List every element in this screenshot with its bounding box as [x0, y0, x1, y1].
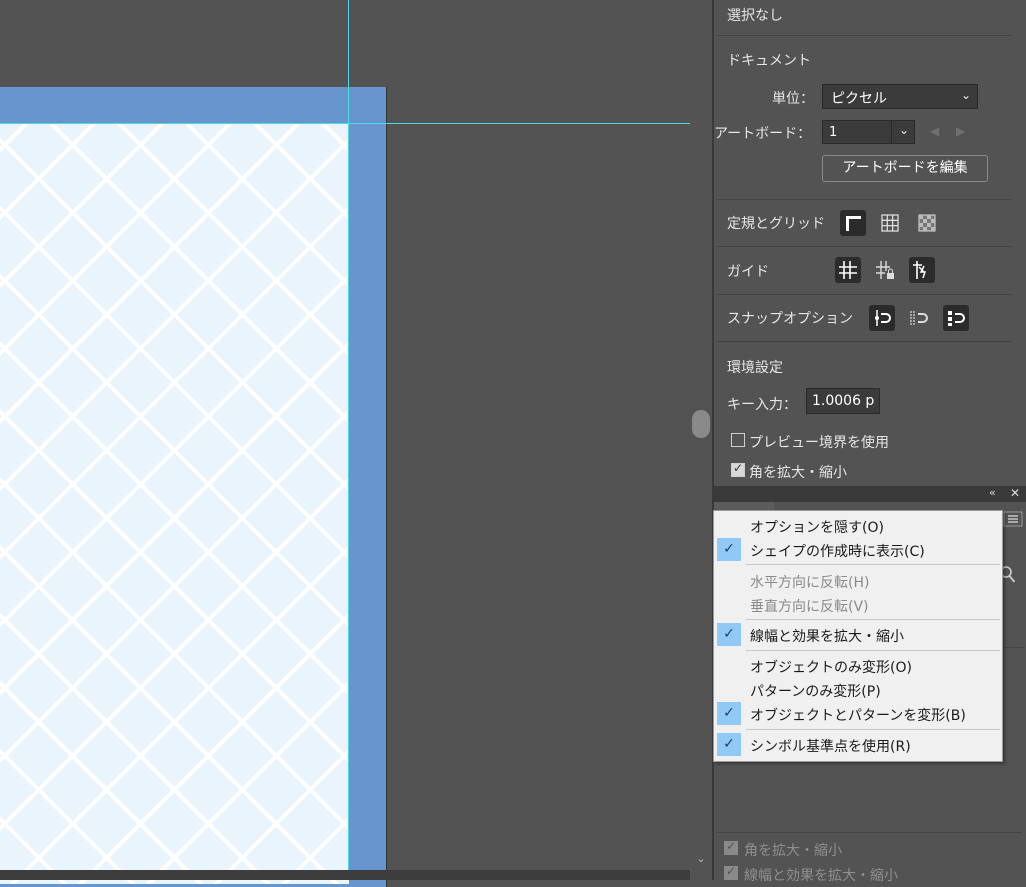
show-guides-icon[interactable]	[835, 257, 861, 283]
collapse-icon[interactable]: «	[989, 486, 996, 499]
key-input-label: キー入力：	[727, 397, 797, 413]
preferences-section-title: 環境設定	[727, 360, 783, 376]
artboard-input[interactable]: 1	[822, 120, 892, 144]
check-icon: ✓	[717, 702, 741, 725]
divider	[716, 246, 1012, 247]
menu-item-transform-object-only[interactable]: オブジェクトのみ変形(O)	[714, 654, 1002, 678]
snap-to-grid-icon[interactable]	[906, 305, 932, 331]
menu-separator	[746, 564, 1000, 565]
menu-item-label: 垂直方向に反転(V)	[750, 599, 869, 615]
divider	[716, 199, 1012, 200]
lock-guides-icon[interactable]	[872, 257, 898, 283]
units-select[interactable]: ピクセル ⌄	[822, 84, 978, 109]
horizontal-guide[interactable]	[0, 123, 690, 124]
artboard-pattern-fill[interactable]	[0, 124, 349, 884]
snap-to-point-icon[interactable]	[869, 305, 895, 331]
divider	[716, 832, 1022, 833]
units-label: 単位：	[772, 91, 814, 107]
scale-corners-checkbox-dim: ✓	[724, 839, 738, 855]
scale-corners-label: 角を拡大・縮小	[749, 465, 847, 481]
scroll-down-icon[interactable]: ⌄	[692, 852, 710, 866]
panel-tab[interactable]	[714, 502, 774, 510]
units-value: ピクセル	[831, 91, 887, 107]
menu-separator	[746, 619, 1000, 620]
divider	[1005, 647, 1025, 648]
edit-artboard-button[interactable]: アートボードを編集	[822, 155, 988, 182]
menu-item-label: オブジェクトのみ変形(O)	[750, 660, 912, 676]
menu-separator	[746, 650, 1000, 651]
menu-item-show-on-shape-creation[interactable]: ✓ シェイプの作成時に表示(C)	[714, 538, 1002, 562]
menu-item-hide-options[interactable]: オプションを隠す(O)	[714, 514, 1002, 538]
snap-options-label: スナップオプション	[727, 311, 853, 327]
chevron-down-icon: ⌄	[898, 123, 909, 137]
scale-corners-label-dim: 角を拡大・縮小	[744, 843, 842, 859]
menu-item-transform-both[interactable]: ✓ オブジェクトとパターンを変形(B)	[714, 702, 1002, 726]
check-icon: ✓	[717, 538, 741, 561]
close-icon[interactable]: ✕	[1010, 486, 1020, 500]
rulers-icon[interactable]	[840, 210, 866, 236]
artboard-label: アートボード：	[714, 126, 812, 142]
menu-item-label: オブジェクトとパターンを変形(B)	[750, 708, 966, 724]
scale-strokes-checkbox-dim: ✓	[724, 864, 738, 880]
menu-item-label: 水平方向に反転(H)	[750, 575, 870, 591]
menu-item-flip-vertical: 垂直方向に反転(V)	[714, 593, 1002, 617]
menu-item-label: 線幅と効果を拡大・縮小	[750, 629, 904, 645]
scale-strokes-label-dim: 線幅と効果を拡大・縮小	[744, 868, 898, 884]
panel-flyout-menu: オプションを隠す(O) ✓ シェイプの作成時に表示(C) 水平方向に反転(H) …	[713, 510, 1003, 762]
key-input-value: 1.0006 p	[812, 393, 875, 409]
divider	[716, 341, 1012, 342]
menu-item-transform-pattern-only[interactable]: パターンのみ変形(P)	[714, 678, 1002, 702]
menu-item-use-symbol-registration[interactable]: ✓ シンボル基準点を使用(R)	[714, 733, 1002, 757]
guides-label: ガイド	[727, 264, 769, 280]
menu-item-label: シンボル基準点を使用(R)	[750, 739, 911, 755]
horizontal-scrollbar[interactable]	[0, 870, 700, 880]
rulers-grids-label: 定規とグリッド	[727, 216, 825, 232]
menu-item-flip-horizontal: 水平方向に反転(H)	[714, 569, 1002, 593]
check-icon: ✓	[726, 864, 737, 878]
transform-panel-header[interactable]	[714, 486, 1026, 502]
divider	[716, 35, 1012, 36]
chevron-down-icon: ⌄	[960, 88, 971, 102]
artboard-value: 1	[829, 125, 838, 140]
next-artboard-icon[interactable]: ▶	[956, 124, 965, 138]
check-icon: ✓	[733, 461, 744, 475]
divider	[716, 294, 1012, 295]
check-icon: ✓	[717, 733, 741, 756]
menu-item-label: パターンのみ変形(P)	[750, 684, 881, 700]
grid-icon[interactable]	[877, 210, 903, 236]
check-icon: ✓	[726, 839, 737, 853]
use-preview-bounds-checkbox[interactable]	[731, 433, 745, 447]
previous-artboard-icon[interactable]: ◀	[930, 124, 939, 138]
document-section-title: ドキュメント	[727, 53, 811, 69]
snap-to-pixel-icon[interactable]	[943, 305, 969, 331]
smart-guides-icon[interactable]	[909, 257, 935, 283]
selection-status: 選択なし	[727, 8, 783, 24]
key-input-field[interactable]: 1.0006 p	[806, 388, 880, 414]
artboard-dropdown[interactable]: ⌄	[891, 120, 915, 144]
vertical-guide[interactable]	[348, 0, 349, 880]
scrollbar-thumb[interactable]	[692, 410, 710, 438]
scale-corners-checkbox[interactable]: ✓	[731, 461, 745, 477]
menu-separator	[746, 729, 1000, 730]
menu-item-label: シェイプの作成時に表示(C)	[750, 544, 925, 560]
check-icon: ✓	[717, 623, 741, 646]
vertical-scrollbar[interactable]	[690, 0, 712, 880]
use-preview-bounds-label: プレビュー境界を使用	[749, 435, 889, 451]
menu-item-label: オプションを隠す(O)	[750, 520, 884, 536]
transparency-grid-icon[interactable]	[914, 210, 940, 236]
panel-menu-icon[interactable]	[1002, 510, 1024, 528]
menu-item-scale-strokes-effects[interactable]: ✓ 線幅と効果を拡大・縮小	[714, 623, 1002, 647]
